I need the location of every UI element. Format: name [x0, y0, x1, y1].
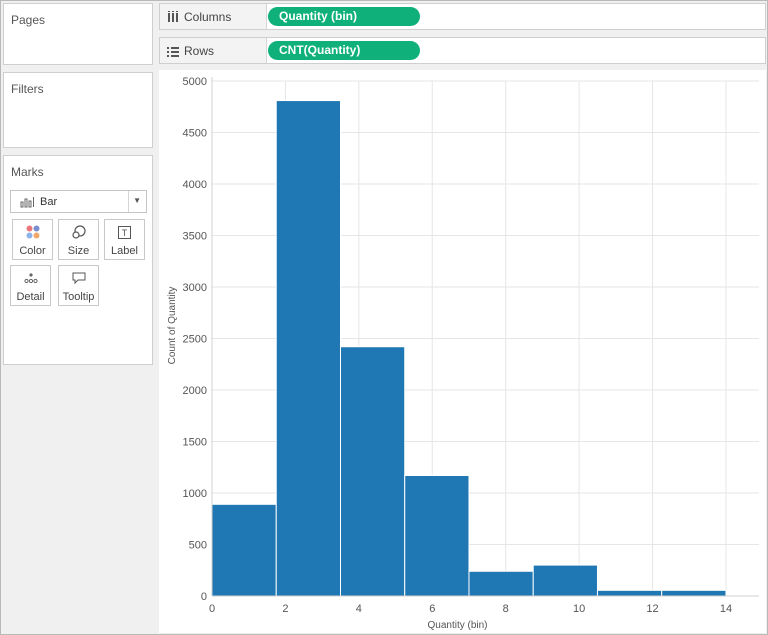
marks-card-title: Marks — [11, 165, 44, 179]
color-button[interactable]: Color — [12, 219, 53, 260]
x-tick-label: 6 — [429, 603, 435, 615]
detail-button[interactable]: Detail — [10, 265, 51, 306]
label-icon: T — [105, 225, 144, 239]
visualization-area: 0 500 1000 1500 2000 2500 3000 3500 4000 4500 5000… — [159, 70, 766, 633]
chevron-down-icon: ▼ — [133, 196, 141, 205]
x-tick-label: 4 — [356, 603, 362, 615]
dropdown-divider — [128, 191, 129, 212]
histogram-bar[interactable] — [596, 589, 663, 597]
y-tick-label: 4000 — [183, 179, 207, 191]
x-tick-label: 2 — [282, 603, 288, 615]
bar-chart-icon — [20, 197, 34, 208]
histogram-bar[interactable] — [211, 503, 277, 597]
quantity-bin-pill[interactable]: Quantity (bin) — [268, 7, 420, 26]
histogram-bar[interactable] — [468, 570, 534, 597]
histogram-bar[interactable] — [404, 474, 470, 597]
detail-dots-icon — [11, 271, 50, 285]
y-axis-title: Count of Quantity — [167, 287, 178, 365]
svg-text:T: T — [122, 228, 128, 238]
tooltip-icon — [59, 271, 98, 285]
rows-icon — [167, 47, 179, 57]
x-tick-label: 12 — [646, 603, 658, 615]
columns-icon — [168, 11, 178, 22]
size-button[interactable]: Size — [58, 219, 99, 260]
size-icon — [59, 225, 98, 239]
detail-button-label: Detail — [16, 291, 45, 303]
tooltip-button-label: Tooltip — [62, 291, 95, 303]
label-button[interactable]: T Label — [104, 219, 145, 260]
histogram-chart: 0 500 1000 1500 2000 2500 3000 3500 4000 4500 5000… — [167, 76, 759, 631]
color-dots-icon — [13, 225, 52, 239]
x-tick-label: 8 — [503, 603, 509, 615]
x-tick-label: 14 — [720, 603, 732, 615]
color-button-label: Color — [19, 245, 46, 257]
marks-card: Marks Bar ▼ Color Size T Label Detail To… — [3, 155, 153, 365]
app-window: Pages Filters Marks Bar ▼ Color Size T L… — [0, 0, 768, 635]
rows-shelf: Rows CNT(Quantity) — [159, 37, 766, 64]
y-tick-label: 1500 — [183, 437, 207, 449]
columns-shelf-label: Columns — [184, 10, 232, 24]
y-tick-label: 2500 — [183, 334, 207, 346]
y-tick-label: 0 — [201, 591, 207, 603]
mark-type-label: Bar — [40, 196, 58, 208]
columns-shelf: Columns Quantity (bin) — [159, 3, 766, 30]
tooltip-button[interactable]: Tooltip — [58, 265, 99, 306]
histogram-bar[interactable] — [275, 100, 341, 597]
pages-card[interactable]: Pages — [3, 3, 153, 65]
cnt-quantity-pill[interactable]: CNT(Quantity) — [268, 41, 420, 60]
x-tick-label: 0 — [209, 603, 215, 615]
y-tick-label: 3000 — [183, 282, 207, 294]
y-tick-label: 4500 — [183, 128, 207, 140]
histogram-bar[interactable] — [661, 589, 727, 597]
size-button-label: Size — [67, 245, 90, 257]
y-tick-label: 3500 — [183, 231, 207, 243]
x-axis-title: Quantity (bin) — [427, 620, 487, 631]
histogram-bar[interactable] — [532, 564, 598, 597]
filters-card[interactable]: Filters — [3, 72, 153, 148]
y-tick-label: 5000 — [183, 76, 207, 88]
rows-shelf-label: Rows — [184, 44, 215, 58]
y-tick-label: 500 — [189, 540, 207, 552]
y-tick-label: 1000 — [183, 488, 207, 500]
x-tick-label: 10 — [573, 603, 585, 615]
histogram-bar[interactable] — [339, 346, 406, 597]
filters-card-title: Filters — [11, 82, 44, 96]
label-button-label: Label — [111, 245, 138, 257]
y-tick-label: 2000 — [183, 385, 207, 397]
pages-card-title: Pages — [11, 13, 46, 27]
mark-type-dropdown[interactable]: Bar ▼ — [10, 190, 147, 213]
